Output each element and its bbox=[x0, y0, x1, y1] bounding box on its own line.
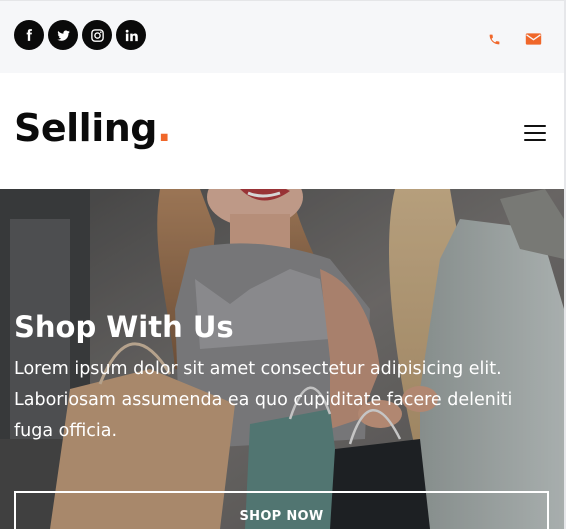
social-links bbox=[14, 20, 146, 50]
instagram-link[interactable] bbox=[82, 20, 112, 50]
linkedin-icon bbox=[125, 29, 138, 41]
logo-text: Selling bbox=[14, 106, 157, 150]
site-header: Selling. bbox=[0, 73, 564, 189]
envelope-icon bbox=[525, 33, 541, 45]
facebook-icon bbox=[26, 29, 32, 41]
hamburger-menu-icon[interactable] bbox=[524, 125, 546, 141]
hero-section: Shop With Us Lorem ipsum dolor sit amet … bbox=[0, 189, 564, 529]
page: Selling. Shop With Us Lorem ipsum dolor … bbox=[0, 0, 566, 529]
twitter-link[interactable] bbox=[48, 20, 78, 50]
logo-dot: . bbox=[156, 106, 171, 150]
top-bar bbox=[0, 0, 564, 73]
email-link[interactable] bbox=[524, 31, 542, 47]
hero-title: Shop With Us bbox=[14, 310, 234, 344]
twitter-icon bbox=[56, 29, 70, 41]
facebook-link[interactable] bbox=[14, 20, 44, 50]
linkedin-link[interactable] bbox=[116, 20, 146, 50]
phone-icon bbox=[489, 34, 499, 44]
phone-link[interactable] bbox=[485, 31, 503, 47]
site-logo[interactable]: Selling. bbox=[14, 105, 171, 151]
contact-links bbox=[485, 31, 542, 47]
hero-description: Lorem ipsum dolor sit amet consectetur a… bbox=[14, 359, 513, 441]
instagram-icon bbox=[90, 28, 104, 42]
shop-now-button[interactable]: SHOP NOW bbox=[14, 491, 549, 529]
